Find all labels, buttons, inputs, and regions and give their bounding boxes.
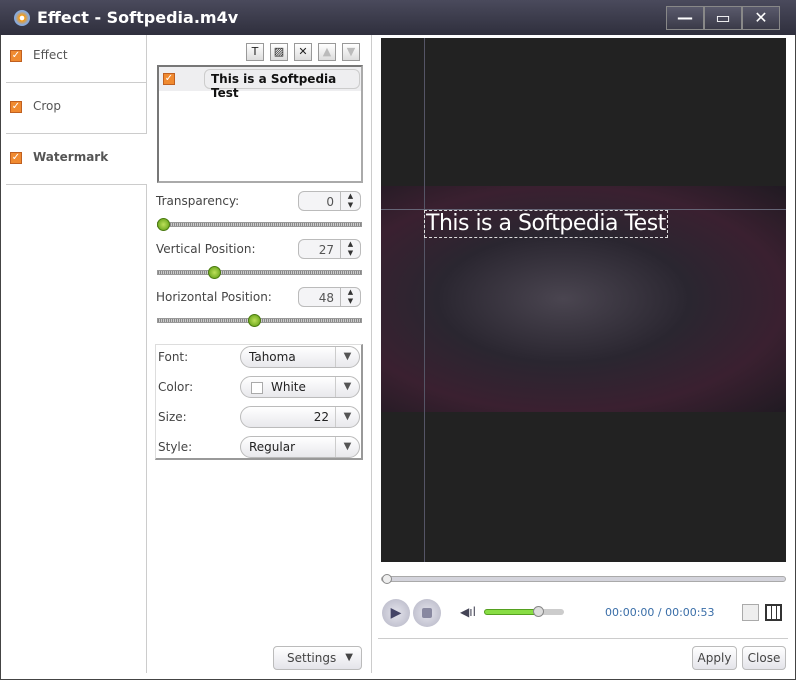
spinner-arrows[interactable]: ▲ ▼ [340,192,360,210]
original-view-button[interactable] [765,604,782,621]
footer-divider [378,638,788,639]
vertical-position-slider[interactable] [157,266,362,279]
fit-view-button[interactable] [742,604,759,621]
font-value: Tahoma [249,350,296,364]
size-label: Size: [158,410,187,424]
effect-checkbox[interactable]: ✓ [10,50,22,62]
horizontal-position-slider[interactable] [157,314,362,327]
chevron-down-icon: ▼ [335,377,359,397]
style-dropdown[interactable]: Regular ▼ [240,436,360,458]
vertical-position-value: 27 [318,243,334,257]
list-item[interactable]: ✓ This is a Softpedia Test [159,67,361,100]
close-window-button[interactable]: ✕ [742,6,780,30]
volume-slider[interactable] [484,606,564,617]
add-text-watermark-button[interactable]: T [246,43,264,61]
crop-checkbox[interactable]: ✓ [10,101,22,113]
color-swatch [251,382,263,394]
transparency-slider[interactable] [157,218,362,231]
horizontal-position-value: 48 [318,291,334,305]
chevron-down-icon: ▼ [345,652,353,663]
sidebar-divider [146,35,147,673]
vertical-position-label: Vertical Position: [156,242,256,256]
stop-icon [422,608,432,618]
vertical-position-spinner[interactable]: 27 ▲ ▼ [298,239,361,259]
panel-divider [371,35,372,673]
size-value: 22 [313,410,329,424]
font-dropdown[interactable]: Tahoma ▼ [240,346,360,368]
sidebar-item-label: Watermark [33,150,109,164]
app-icon [14,10,30,26]
watermark-overlay[interactable]: This is a Softpedia Test [424,210,668,238]
horizontal-position-label: Horizontal Position: [156,290,272,304]
maximize-button[interactable]: ▭ [704,6,742,30]
watermark-list: ✓ This is a Softpedia Test [157,65,363,183]
settings-label: Settings [287,651,337,665]
transparency-value: 0 [326,195,334,209]
settings-button[interactable]: Settings ▼ [273,646,362,670]
volume-icon[interactable]: ◀ıl [460,605,476,619]
apply-button[interactable]: Apply [692,646,737,670]
sidebar-item-label: Effect [33,48,68,62]
color-dropdown[interactable]: White ▼ [240,376,360,398]
seek-bar[interactable] [381,574,786,584]
chevron-down-icon: ▼ [335,407,359,427]
size-dropdown[interactable]: 22 ▼ [240,406,360,428]
sidebar-item-crop[interactable]: ✓ Crop [6,83,146,134]
move-up-button[interactable]: ▲ [318,43,336,61]
font-label: Font: [158,350,189,364]
transparency-spinner[interactable]: 0 ▲ ▼ [298,191,361,211]
sidebar-item-effect[interactable]: ✓ Effect [6,32,146,83]
slider-thumb[interactable] [157,218,170,231]
style-label: Style: [158,440,193,454]
sidebar-item-label: Crop [33,99,62,113]
vertical-guide-line [424,38,425,562]
add-image-watermark-button[interactable]: ▨ [270,43,288,61]
seek-thumb[interactable] [382,574,392,584]
play-button[interactable]: ▶ [382,599,410,627]
item-checkbox[interactable]: ✓ [163,73,175,85]
spinner-arrows[interactable]: ▲ ▼ [340,240,360,258]
window-title: Effect - Softpedia.m4v [37,8,239,27]
color-value: White [271,380,306,394]
item-label: This is a Softpedia Test [204,69,360,100]
move-down-button[interactable]: ▼ [342,43,360,61]
stop-button[interactable] [413,599,441,627]
video-preview[interactable]: This is a Softpedia Test [381,38,786,562]
watermark-checkbox[interactable]: ✓ [10,152,22,164]
chevron-down-icon: ▼ [335,347,359,367]
volume-fill [484,609,539,615]
style-value: Regular [249,440,296,454]
horizontal-position-spinner[interactable]: 48 ▲ ▼ [298,287,361,307]
sidebar-item-watermark[interactable]: ✓ Watermark [6,134,147,185]
time-display: 00:00:00 / 00:00:53 [605,606,715,619]
color-label: Color: [158,380,194,394]
title-bar: Effect - Softpedia.m4v — ▭ ✕ [0,0,796,35]
close-button[interactable]: Close [742,646,786,670]
minimize-button[interactable]: — [666,6,704,30]
transparency-label: Transparency: [156,194,240,208]
spinner-arrows[interactable]: ▲ ▼ [340,288,360,306]
delete-watermark-button[interactable]: ✕ [294,43,312,61]
chevron-down-icon: ▼ [335,437,359,457]
